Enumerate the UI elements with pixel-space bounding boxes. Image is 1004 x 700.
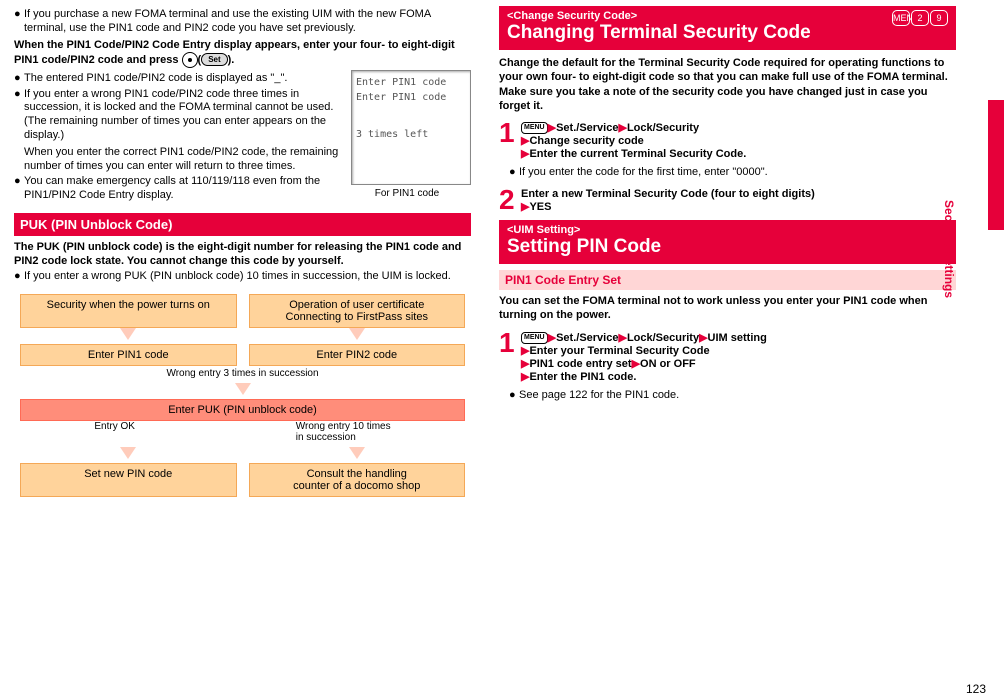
flow-enter-pin1: Enter PIN1 code: [20, 344, 237, 366]
pin-flowchart: Security when the power turns on Operati…: [14, 294, 471, 497]
puk-section-title: PUK (PIN Unblock Code): [14, 213, 471, 236]
step2-enter-new: Enter a new Terminal Security Code (four…: [521, 188, 815, 200]
flow-docomo-shop: Consult the handlingcounter of a docomo …: [249, 463, 466, 497]
key-9-icon: 9: [930, 10, 948, 26]
flow-wrong-10: Wrong entry 10 timesin succession: [296, 421, 391, 443]
pin-entry-heading: When the PIN1 Code/PIN2 Code Entry displ…: [14, 38, 471, 68]
page-number: 123: [966, 682, 986, 696]
step-2-number: 2: [499, 186, 521, 214]
change-security-code-heading: MENU29 <Change Security Code> Changing T…: [499, 6, 956, 50]
left-intro: If you purchase a new FOMA terminal and …: [24, 8, 471, 36]
menu-icon: MENU: [521, 122, 548, 134]
flow-user-cert: Operation of user certificateConnecting …: [249, 294, 466, 328]
pin-enter-tsc: Enter your Terminal Security Code: [529, 345, 709, 357]
step1-path-a: Set./Service: [556, 122, 618, 134]
flow-set-new-pin: Set new PIN code: [20, 463, 237, 497]
pin-reset-note: When you enter the correct PIN1 code/PIN…: [24, 145, 343, 174]
side-tab: [988, 100, 1004, 230]
step-1-number: 1: [499, 119, 521, 160]
key-2-icon: 2: [911, 10, 929, 26]
flow-entry-ok: Entry OK: [94, 421, 135, 443]
center-button-icon: [182, 52, 198, 68]
set-softkey: Set: [201, 53, 227, 66]
pin-lock-note: If you enter a wrong PIN1 code/PIN2 code…: [24, 88, 343, 143]
step2-yes: YES: [529, 201, 551, 213]
step1-path-b: Lock/Security: [627, 122, 699, 134]
pin-entry-screenshot: Enter PIN1 code Enter PIN1 code 3 times …: [351, 70, 471, 185]
puk-lock-note: If you enter a wrong PUK (PIN unblock co…: [24, 270, 471, 284]
step1-change-code: Change security code: [529, 135, 643, 147]
emergency-note: You can make emergency calls at 110/119/…: [24, 175, 343, 203]
change-code-desc: Change the default for the Terminal Secu…: [499, 56, 956, 113]
pin-path-c: UIM setting: [708, 332, 767, 344]
flow-wrong-3: Wrong entry 3 times in succession: [14, 368, 471, 379]
pin-step-1-number: 1: [499, 329, 521, 383]
pin1-entry-desc: You can set the FOMA terminal not to wor…: [499, 294, 956, 323]
pin-entry-set: PIN1 code entry set: [529, 358, 631, 370]
pin-on-off: ON or OFF: [640, 358, 696, 370]
flow-enter-pin2: Enter PIN2 code: [249, 344, 466, 366]
pin1-entry-set-subhead: PIN1 Code Entry Set: [499, 270, 956, 290]
first-time-note: If you enter the code for the first time…: [519, 166, 956, 180]
menu-key-icon: MENU: [892, 10, 910, 26]
step1-enter-current: Enter the current Terminal Security Code…: [529, 148, 746, 160]
pin-display-note: The entered PIN1 code/PIN2 code is displ…: [24, 72, 343, 86]
menu-icon-2: MENU: [521, 332, 548, 344]
uim-setting-heading: <UIM Setting> Setting PIN Code: [499, 220, 956, 264]
pin-path-b: Lock/Security: [627, 332, 699, 344]
puk-desc: The PUK (PIN unblock code) is the eight-…: [14, 240, 471, 269]
flow-enter-puk: Enter PUK (PIN unblock code): [20, 399, 465, 421]
pin-enter-pin1: Enter the PIN1 code.: [529, 371, 636, 383]
screenshot-caption: For PIN1 code: [343, 188, 471, 199]
side-section-label: Security Settings: [942, 200, 956, 298]
pin-path-a: Set./Service: [556, 332, 618, 344]
see-page-note: See page 122 for the PIN1 code.: [519, 389, 956, 403]
flow-power-security: Security when the power turns on: [20, 294, 237, 328]
